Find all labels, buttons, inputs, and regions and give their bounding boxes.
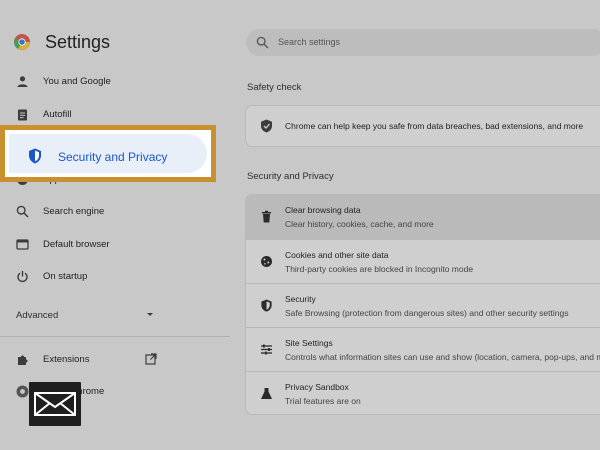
envelope-icon [34,392,76,416]
sidebar-item-label: Security and Privacy [58,150,168,164]
sidebar-divider [0,336,230,337]
safety-check-text: Chrome can help keep you safe from data … [285,121,584,131]
sidebar-item-label: You and Google [43,76,111,87]
person-icon [17,76,28,87]
trash-icon [262,210,271,223]
search-input[interactable]: Search settings [246,29,600,56]
flask-icon [261,388,272,399]
open-external-icon[interactable] [145,353,157,365]
safety-check-card[interactable]: Chrome can help keep you safe from data … [246,106,600,146]
security-row[interactable]: Security Safe Browsing (protection from … [246,283,600,327]
row-description: Safe Browsing (protection from dangerous… [285,308,569,318]
sidebar-item-label: Autofill [43,109,72,120]
sidebar-item-security-and-privacy[interactable]: Security and Privacy [0,125,216,182]
sidebar-item-default-browser[interactable]: Default browser [0,233,200,257]
row-title: Privacy Sandbox [285,382,349,392]
chevron-down-icon [147,313,153,316]
shield-icon [29,148,41,164]
row-description: Third-party cookies are blocked in Incog… [285,264,474,274]
puzzle-icon [18,355,28,365]
sidebar-item-label: On startup [43,271,88,282]
clear-browsing-data-row[interactable]: Clear browsing data Clear history, cooki… [246,195,600,239]
row-description: Clear history, cookies, cache, and more [285,219,434,229]
sidebar-item-you-and-google[interactable]: You and Google [0,70,200,94]
row-title: Clear browsing data [285,205,361,215]
clipboard-icon [18,109,27,121]
search-placeholder: Search settings [278,37,341,47]
site-settings-row[interactable]: Site Settings Controls what information … [246,327,600,371]
browser-icon [16,239,29,250]
row-description: Trial features are on [285,396,361,406]
cookies-row[interactable]: Cookies and other site data Third-party … [246,239,600,283]
row-title: Site Settings [285,338,333,348]
sidebar-item-label: Extensions [43,354,90,365]
shield-check-icon [261,119,272,133]
sidebar-item-label: Search engine [43,206,105,217]
cookie-icon [261,256,272,267]
security-privacy-heading: Security and Privacy [247,171,334,182]
row-title: Security [285,294,316,304]
sidebar-item-extensions[interactable]: Extensions [0,348,170,372]
chrome-logo-icon [16,385,29,398]
search-icon [256,36,269,49]
row-description: Controls what information sites can use … [285,352,600,362]
safety-check-heading: Safety check [247,82,302,93]
safety-check-row[interactable]: Chrome can help keep you safe from data … [246,106,600,146]
sidebar-item-about-chrome[interactable]: About Chrome [0,380,170,404]
advanced-label: Advanced [16,310,59,321]
sidebar-item-autofill[interactable]: Autofill [0,103,200,127]
security-privacy-card: Clear browsing data Clear history, cooki… [246,195,600,414]
sliders-icon [261,344,272,355]
chrome-logo-icon [14,34,30,50]
sidebar-item-label: Default browser [43,239,110,250]
advanced-toggle[interactable]: Advanced [0,303,165,327]
power-icon [17,271,28,283]
shield-icon [261,299,272,312]
sidebar-item-search-engine[interactable]: Search engine [0,200,200,224]
row-title: Cookies and other site data [285,250,389,260]
sidebar-item-on-startup[interactable]: On startup [0,265,200,289]
page-title: Settings [45,32,111,52]
privacy-sandbox-row[interactable]: Privacy Sandbox Trial features are on [246,371,600,414]
mail-badge [29,382,81,426]
search-icon [16,205,29,218]
selected-pill: Security and Privacy [9,134,207,173]
